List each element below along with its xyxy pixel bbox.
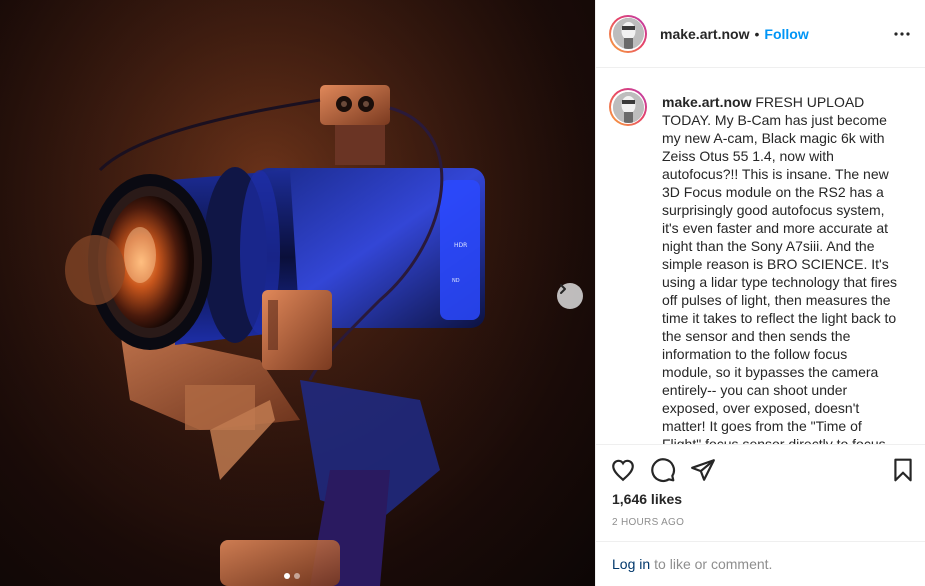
save-button[interactable] <box>890 457 916 483</box>
header-separator: • <box>754 25 760 42</box>
chevron-right-icon <box>560 284 566 294</box>
comment-bubble-icon <box>651 458 676 483</box>
likes-count[interactable]: 1,646 likes <box>612 491 682 507</box>
follow-button[interactable]: Follow <box>764 26 808 42</box>
more-options-button[interactable] <box>890 22 914 46</box>
login-prompt-text: to like or comment. <box>654 556 773 572</box>
paper-plane-icon <box>691 459 715 481</box>
carousel-indicator <box>284 573 300 579</box>
login-link[interactable]: Log in <box>612 556 650 572</box>
next-slide-button[interactable] <box>557 283 583 309</box>
post-timestamp[interactable]: 2 HOURS AGO <box>612 517 684 528</box>
heart-icon <box>612 459 634 482</box>
share-button[interactable] <box>690 457 716 483</box>
caption-area[interactable]: make.art.now FRESH UPLOAD TODAY. My B-Ca… <box>596 69 925 445</box>
post-side-panel: make.art.now • Follow make.art.now FRESH… <box>595 0 925 586</box>
carousel-dot-1 <box>284 573 290 579</box>
caption: make.art.now FRESH UPLOAD TODAY. My B-Ca… <box>662 93 900 445</box>
bookmark-icon <box>894 458 912 482</box>
svg-text:ND: ND <box>452 278 460 284</box>
post-header: make.art.now • Follow <box>596 0 925 68</box>
comment-button[interactable] <box>650 457 676 483</box>
svg-text:HDR: HDR <box>454 242 467 249</box>
header-username[interactable]: make.art.now <box>660 26 749 42</box>
caption-avatar[interactable] <box>609 88 647 126</box>
caption-body: FRESH UPLOAD TODAY. My B-Cam has just be… <box>662 94 898 445</box>
avatar-image <box>612 18 644 49</box>
post-actions <box>596 452 925 488</box>
carousel-dot-2 <box>294 573 300 579</box>
more-options-icon <box>894 32 910 36</box>
camera-photo: HDR ND <box>0 0 595 586</box>
caption-username[interactable]: make.art.now <box>662 94 751 110</box>
like-button[interactable] <box>610 457 636 483</box>
comment-bar: Log in to like or comment. <box>596 541 925 586</box>
caption-avatar-image <box>612 91 644 123</box>
post-media[interactable]: HDR ND <box>0 0 595 586</box>
avatar[interactable] <box>609 14 647 53</box>
